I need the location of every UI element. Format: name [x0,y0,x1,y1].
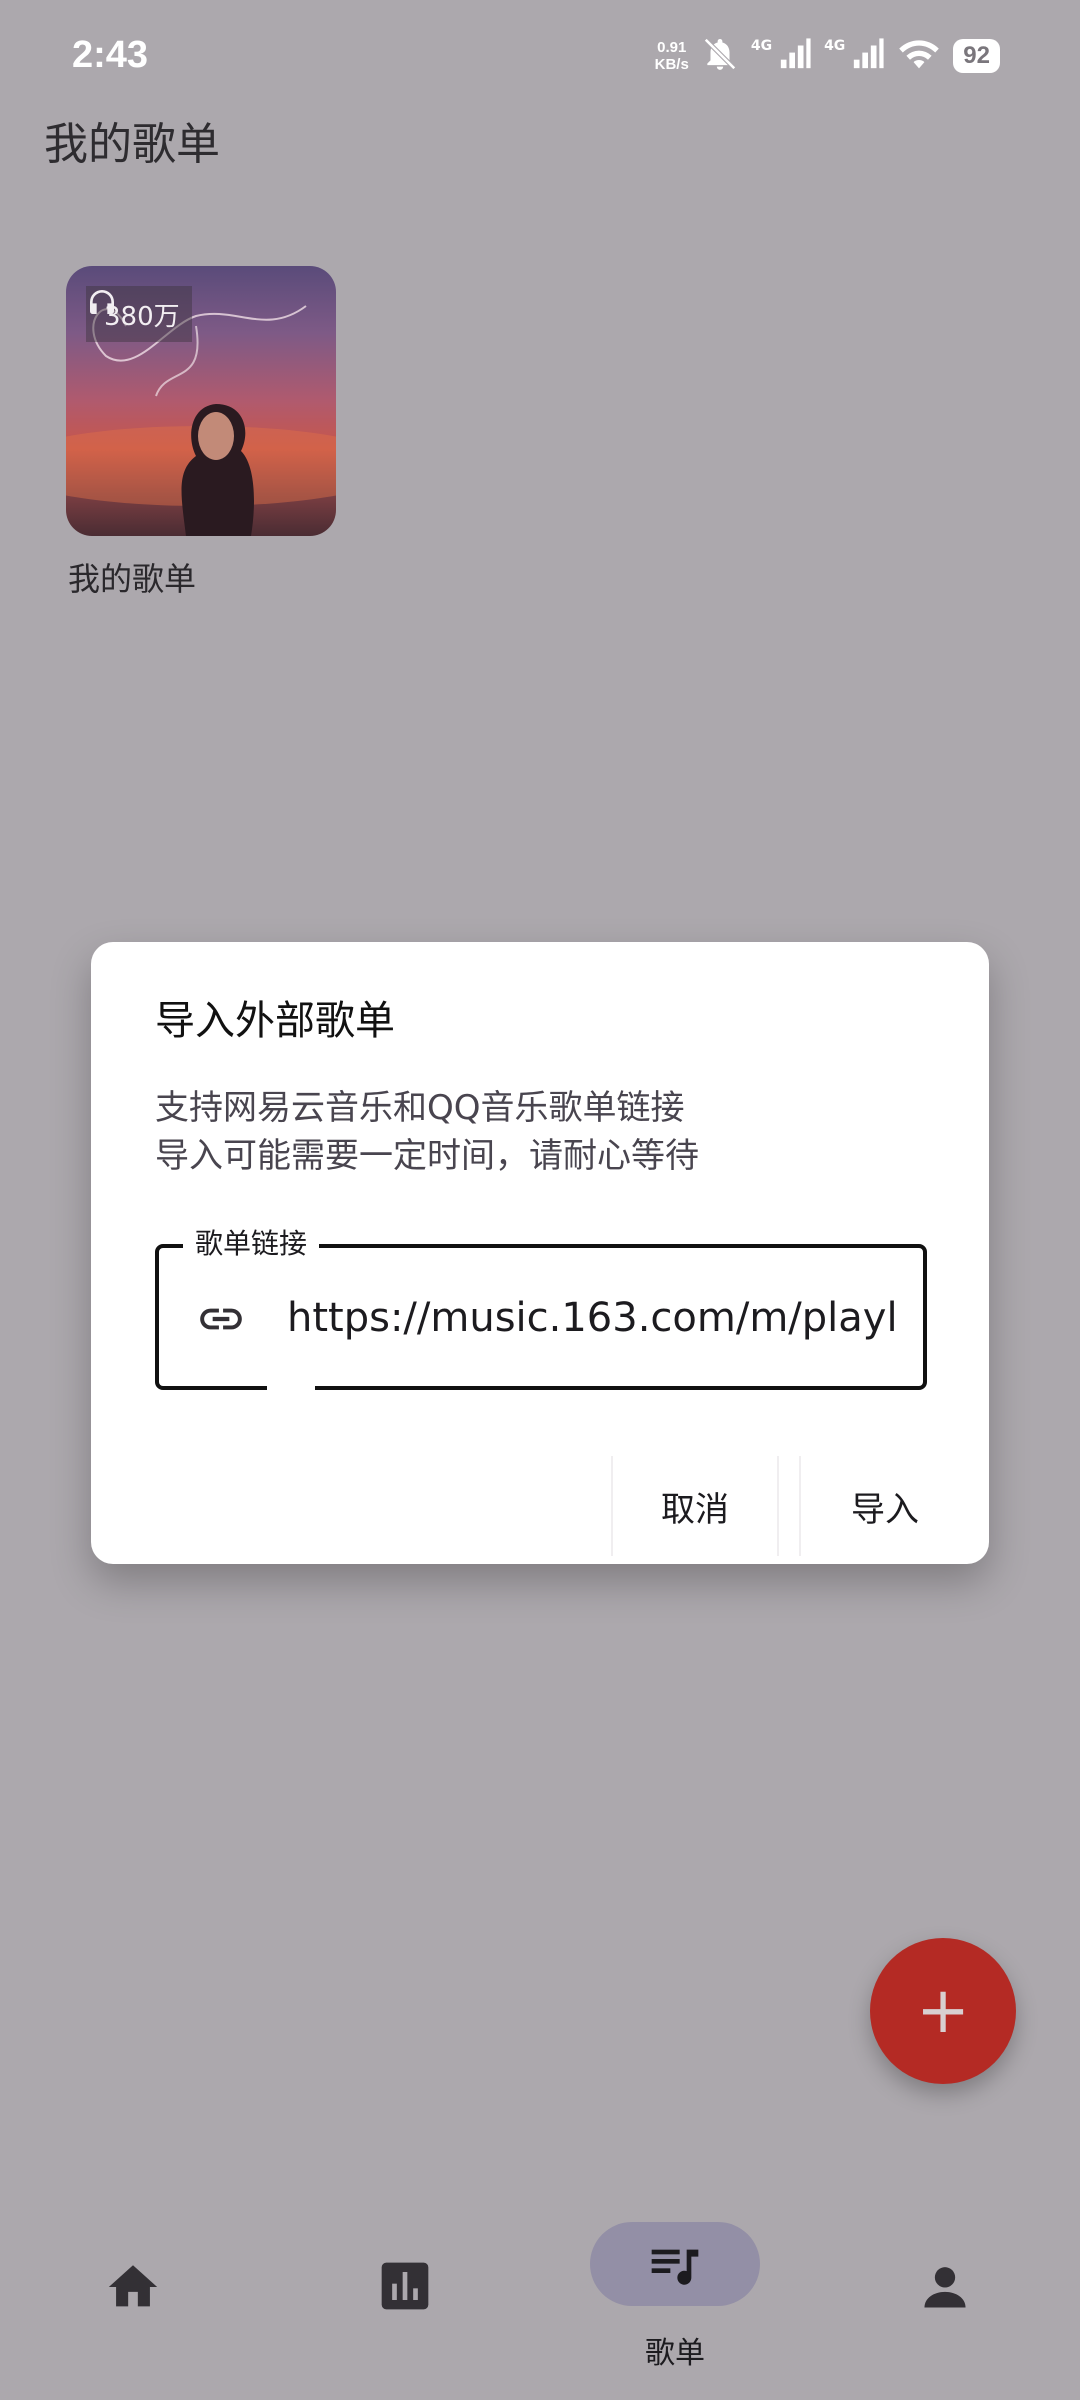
cancel-button[interactable]: 取消 [611,1456,779,1556]
status-time: 2:43 [72,34,149,76]
sim2-label: 4G [824,38,846,54]
link-icon [193,1294,249,1344]
dialog-title: 导入外部歌单 [155,998,395,1044]
nav-profile[interactable] [860,2222,1030,2362]
home-icon [104,2258,162,2320]
playlist-music-icon [647,2238,703,2298]
status-icons: 0.91 KB/s 4G 4G 92 [655,34,1000,78]
nav-home[interactable] [48,2222,218,2362]
field-label: 歌单链接 [183,1222,320,1262]
dialog-description: 支持网易云音乐和QQ音乐歌单链接 导入可能需要一定时间，请耐心等待 [155,1084,699,1180]
add-playlist-button[interactable]: + [870,1938,1016,2084]
playlist-link-input[interactable] [287,1288,897,1348]
bar-chart-icon [377,2258,433,2318]
import-playlist-dialog: 导入外部歌单 支持网易云音乐和QQ音乐歌单链接 导入可能需要一定时间，请耐心等待… [91,942,989,1564]
plus-icon: + [916,1974,970,2048]
playlist-card[interactable]: 380万 我的歌单 [66,266,336,600]
wifi-icon [897,36,941,76]
sim1-label: 4G [750,38,773,54]
net-speed: 0.91 KB/s [654,39,689,73]
text-cursor-handle [267,1384,315,1390]
signal-icon [778,37,812,75]
nav-playlist-label: 歌单 [645,2336,705,2371]
dialog-desc-line1: 支持网易云音乐和QQ音乐歌单链接 [155,1088,685,1128]
page-title: 我的歌单 [44,119,220,170]
person-icon [916,2258,974,2320]
signal-icon [851,37,885,75]
mute-icon [701,35,739,77]
dialog-desc-line2: 导入可能需要一定时间，请耐心等待 [155,1136,699,1176]
nav-stats[interactable] [320,2222,490,2362]
status-bar: 2:43 0.91 KB/s 4G 4G 92 [0,0,1080,110]
playlist-link-field[interactable]: 歌单链接 [155,1222,927,1390]
import-button[interactable]: 导入 [799,1456,969,1556]
battery-indicator: 92 [953,39,1000,73]
play-count-badge: 380万 [86,286,192,342]
nav-playlist[interactable]: 歌单 [590,2222,760,2371]
bottom-nav: 歌单 [0,2188,1080,2400]
playlist-title: 我的歌单 [68,560,197,598]
playlist-cover: 380万 [66,266,336,536]
